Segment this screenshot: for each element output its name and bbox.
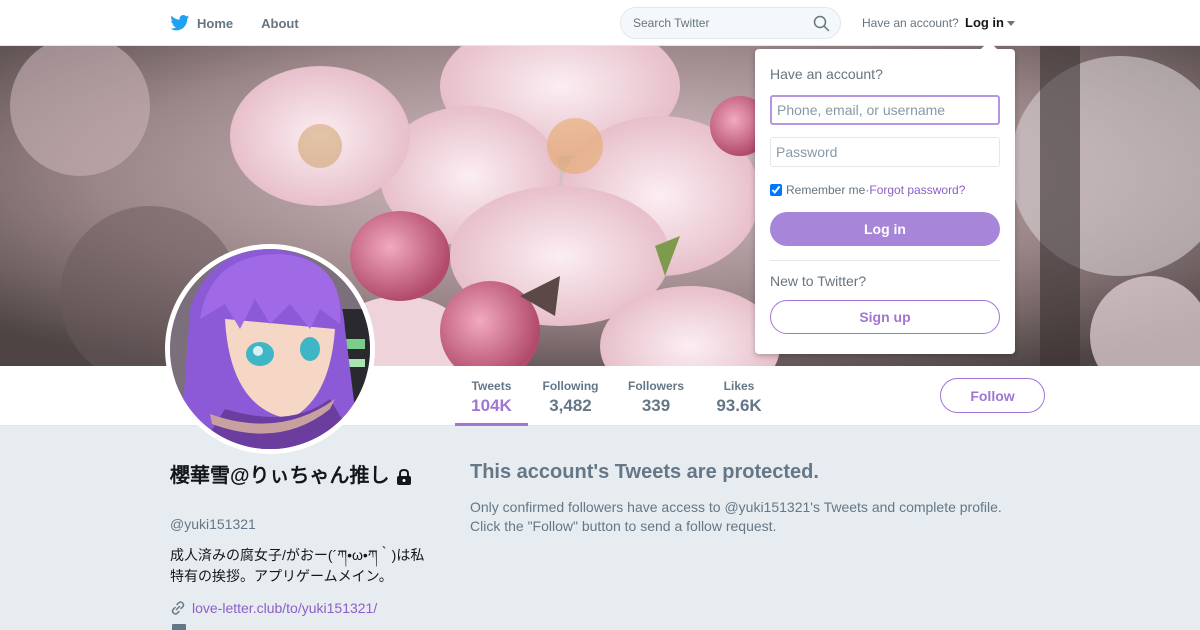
profile-link[interactable]: love-letter.club/to/yuki151321/ xyxy=(170,600,377,616)
remember-row: Remember me · Forgot password? xyxy=(770,183,965,197)
forgot-password-link[interactable]: Forgot password? xyxy=(869,183,965,197)
login-link-label: Log in xyxy=(965,15,1004,30)
stat-tweets-value: 104K xyxy=(471,396,512,415)
profile-handle[interactable]: @yuki151321 xyxy=(170,516,256,532)
stat-followers-value: 339 xyxy=(641,396,671,415)
nav-about-link[interactable]: About xyxy=(261,16,299,31)
profile-link-text[interactable]: love-letter.club/to/yuki151321/ xyxy=(192,600,377,616)
stat-likes-label: Likes xyxy=(723,379,755,393)
protected-body: Only confirmed followers have access to … xyxy=(470,499,1002,534)
top-nav-bar: Home About Search Twitter Have an accoun… xyxy=(0,0,1200,46)
login-dropdown-toggle[interactable]: Log in xyxy=(965,15,1015,30)
profile-bio: 成人済みの腐女子/がおー(´ཀ•ω•ཀ｀)は私特有の挨拶。アプリゲームメイン。 xyxy=(170,547,425,584)
search-input[interactable]: Search Twitter xyxy=(620,7,841,39)
avatar-image xyxy=(170,249,370,449)
stat-following-value: 3,482 xyxy=(549,396,592,415)
login-button[interactable]: Log in xyxy=(770,212,1000,246)
twitter-bird-icon[interactable] xyxy=(170,15,190,31)
login-dropdown: Have an account? Remember me · Forgot pa… xyxy=(755,41,1015,354)
remember-me-checkbox[interactable] xyxy=(770,184,782,196)
stat-followers-label: Followers xyxy=(627,379,684,393)
follow-button[interactable]: Follow xyxy=(940,378,1045,413)
dropdown-divider xyxy=(770,260,1000,261)
stat-followers[interactable]: Followers 339 xyxy=(622,366,690,426)
profile-name: 櫻華雪@りぃちゃん推し xyxy=(170,462,420,490)
stat-likes-value: 93.6K xyxy=(716,396,762,415)
lock-icon xyxy=(397,468,412,485)
stat-likes[interactable]: Likes 93.6K xyxy=(708,366,770,426)
password-input[interactable] xyxy=(770,137,1000,167)
profile-name-text: 櫻華雪@りぃちゃん推し xyxy=(170,465,390,487)
new-to-twitter-text: New to Twitter? xyxy=(770,273,867,289)
login-dropdown-title: Have an account? xyxy=(770,66,883,82)
search-placeholder: Search Twitter xyxy=(633,16,710,30)
search-icon[interactable] xyxy=(813,15,830,32)
stat-tweets-label: Tweets xyxy=(471,379,512,393)
nav-home-link[interactable]: Home xyxy=(197,16,233,31)
protected-title: This account's Tweets are protected. xyxy=(470,461,819,483)
remember-me-label[interactable]: Remember me xyxy=(786,183,865,197)
stat-following[interactable]: Following 3,482 xyxy=(538,366,603,426)
profile-avatar[interactable] xyxy=(165,244,375,454)
caret-down-icon xyxy=(1007,21,1015,27)
have-account-text: Have an account? xyxy=(862,16,959,30)
stat-tweets[interactable]: Tweets 104K xyxy=(455,366,528,426)
username-input[interactable] xyxy=(770,95,1000,125)
nav-left: Home About xyxy=(170,0,327,46)
calendar-icon xyxy=(172,624,186,630)
signup-button[interactable]: Sign up xyxy=(770,300,1000,334)
stat-following-label: Following xyxy=(542,379,599,393)
link-icon xyxy=(171,601,185,615)
